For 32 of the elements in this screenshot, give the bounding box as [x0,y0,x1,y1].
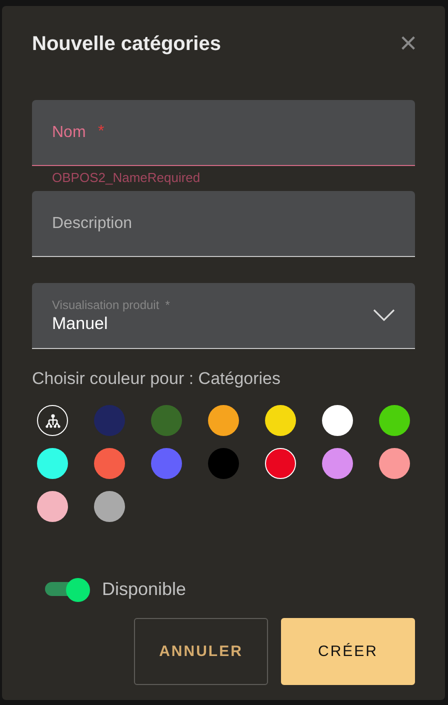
select-field[interactable]: Visualisation produit * Manuel [32,283,415,349]
color-heading: Choisir couleur pour : Catégories [32,369,282,389]
color-swatch[interactable] [379,448,410,479]
color-swatch[interactable] [151,448,182,479]
hierarchy-icon [44,414,60,428]
color-swatch[interactable] [208,405,239,436]
color-swatch[interactable] [151,405,182,436]
color-swatch[interactable] [94,448,125,479]
chevron-down-icon [373,309,395,321]
toggle-switch[interactable] [45,578,90,600]
input-field[interactable]: Description [32,191,415,257]
required-mark: * [165,298,170,312]
color-swatch[interactable] [94,491,125,522]
color-swatch[interactable] [322,405,353,436]
error-message: OBPOS2_NameRequired [52,169,202,187]
required-mark: * [98,123,104,141]
cancel-button[interactable]: ANNULER [134,618,268,685]
hierarchy-swatch[interactable] [37,405,68,436]
create-button[interactable]: CRÉER [281,618,415,685]
color-swatch[interactable] [379,405,410,436]
toggle-label: Disponible [102,578,186,600]
color-swatch[interactable] [37,448,68,479]
color-swatch[interactable] [265,448,296,479]
color-swatch[interactable] [322,448,353,479]
dialog-title: Nouvelle catégories [32,32,221,56]
color-swatch[interactable] [265,405,296,436]
field-label: Visualisation produit [52,298,160,312]
select-value: Manuel [52,314,108,334]
color-swatch[interactable] [208,448,239,479]
color-swatch[interactable] [94,405,125,436]
color-swatch[interactable] [37,491,68,522]
close-button[interactable]: × [395,30,421,58]
